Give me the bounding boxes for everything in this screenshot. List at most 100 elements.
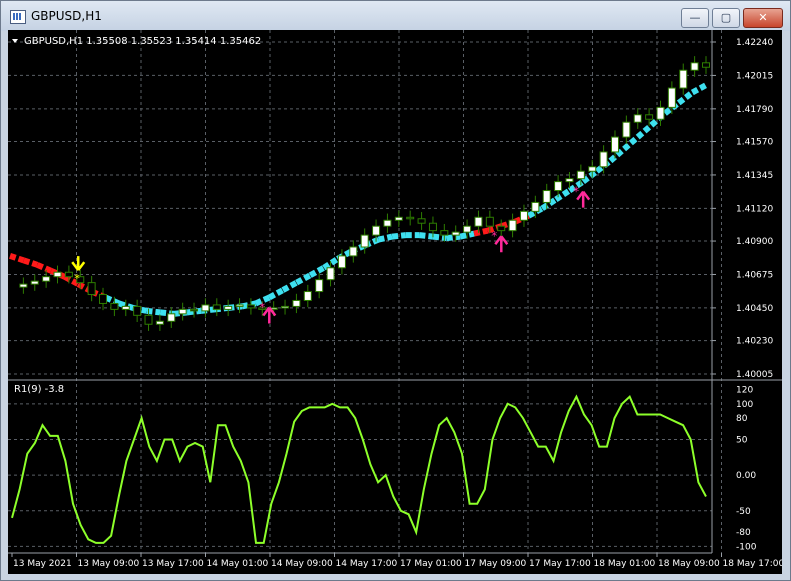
candle-body — [19, 283, 28, 288]
candle-body — [645, 114, 654, 120]
trend-segment — [581, 168, 599, 185]
close-button[interactable]: ✕ — [743, 8, 783, 28]
price-tick-label: 1.40230 — [736, 337, 773, 347]
chart-canvas[interactable]: **** GBPUSD,H1 1.35508 1.35523 1.35414 1… — [8, 30, 784, 574]
candle-body — [53, 271, 62, 278]
candle-body — [656, 106, 665, 120]
candle-body — [372, 225, 381, 236]
candle-body — [87, 282, 96, 296]
time-tick-label: 14 May 17:00 — [336, 559, 398, 569]
candle-body — [360, 234, 369, 248]
oscillator-tick-label: 50 — [736, 435, 748, 445]
price-tick-label: 1.40675 — [736, 270, 773, 280]
candle-body — [622, 121, 631, 138]
candle-body — [406, 216, 415, 220]
candle-body — [599, 151, 608, 168]
oscillator-label: R1(9) -3.8 — [14, 384, 64, 395]
chart-window-icon — [10, 10, 26, 24]
candle-body — [133, 305, 142, 316]
sell-star-icon: * — [74, 272, 80, 285]
candle-body — [42, 276, 51, 282]
oscillator-tick-label: -50 — [736, 507, 751, 517]
price-tick-label: 1.41570 — [736, 138, 773, 148]
price-tick-label: 1.40900 — [736, 237, 773, 247]
candle-body — [99, 294, 108, 304]
oscillator-line — [11, 394, 707, 544]
candle-body — [190, 308, 199, 312]
oscillator-tick-label: -80 — [736, 528, 751, 538]
candle-body — [417, 218, 426, 224]
dropdown-triangle-icon[interactable] — [12, 39, 18, 43]
trend-segment — [676, 90, 695, 106]
window-title: GBPUSD,H1 — [31, 9, 102, 23]
candle-body — [167, 313, 176, 322]
candle-body — [702, 62, 710, 68]
candle-body — [64, 271, 73, 278]
candle-body — [121, 305, 130, 310]
trend-segment — [104, 294, 121, 307]
time-tick-label: 17 May 09:00 — [465, 559, 527, 569]
candle-body — [144, 314, 153, 325]
candle-body — [212, 304, 221, 310]
candle-body — [440, 230, 449, 236]
sell-arrow-icon — [71, 256, 86, 271]
candle-body — [554, 181, 563, 192]
candle-body — [474, 216, 483, 227]
candle-body — [519, 210, 528, 221]
candle-body — [565, 178, 574, 183]
chart-area[interactable]: * * * * GBPUSD,H1 1.35508 1.35523 1.35414 1… — [8, 30, 784, 574]
trend-segment — [473, 227, 489, 237]
candle-body — [542, 190, 551, 203]
trend-segment — [690, 82, 708, 96]
candle-body — [485, 216, 494, 227]
candle-body — [383, 219, 392, 227]
oscillator-tick-label: 0.00 — [736, 471, 756, 481]
time-tick-label: 13 May 09:00 — [78, 559, 140, 569]
candle-body — [497, 225, 506, 232]
trend-segment — [9, 253, 25, 264]
title-bar[interactable]: GBPUSD,H1 — ▢ ✕ — [1, 1, 790, 31]
candle-body — [224, 305, 233, 310]
candle-body — [281, 305, 290, 309]
candlesticks — [19, 56, 710, 331]
symbol-info-label: GBPUSD,H1 1.35508 1.35523 1.35414 1.3546… — [24, 36, 261, 47]
time-tick-label: 13 May 2021 — [13, 559, 72, 569]
trend-segment — [36, 262, 53, 274]
time-tick-label: 17 May 01:00 — [400, 559, 462, 569]
candle-body — [451, 231, 460, 236]
candle-body — [235, 304, 244, 307]
candle-body — [508, 219, 517, 232]
candle-body — [349, 246, 358, 257]
candle-body — [155, 320, 164, 325]
price-tick-label: 1.42015 — [736, 71, 773, 81]
time-tick-label: 17 May 17:00 — [529, 559, 591, 569]
candle-body — [690, 62, 699, 71]
trend-indicator — [9, 82, 708, 317]
candle-body — [610, 136, 619, 153]
trend-segment — [281, 280, 299, 293]
candle-body — [679, 69, 688, 89]
candle-body — [576, 170, 585, 180]
trend-segment — [419, 232, 434, 240]
oscillator-tick-label: 120 — [736, 386, 753, 396]
maximize-button[interactable]: ▢ — [712, 8, 740, 28]
candle-body — [667, 87, 676, 108]
price-tick-label: 1.40450 — [736, 304, 773, 314]
time-tick-label: 18 May 01:00 — [594, 559, 656, 569]
price-tick-label: 1.41120 — [736, 204, 773, 214]
candle-body — [463, 225, 472, 233]
minimize-button[interactable]: — — [681, 8, 709, 28]
oscillator-tick-label: 100 — [736, 400, 753, 410]
candle-body — [201, 304, 210, 312]
trend-segment — [22, 257, 39, 268]
time-tick-label: 14 May 01:00 — [207, 559, 269, 569]
price-tick-label: 1.40005 — [736, 370, 773, 380]
candle-body — [531, 201, 540, 212]
trend-segment — [446, 233, 461, 242]
time-tick-label: 18 May 09:00 — [658, 559, 720, 569]
candle-body — [428, 222, 437, 232]
price-tick-label: 1.42240 — [736, 38, 773, 48]
price-tick-label: 1.41790 — [736, 105, 773, 115]
candle-body — [246, 304, 255, 309]
grid — [8, 30, 722, 553]
